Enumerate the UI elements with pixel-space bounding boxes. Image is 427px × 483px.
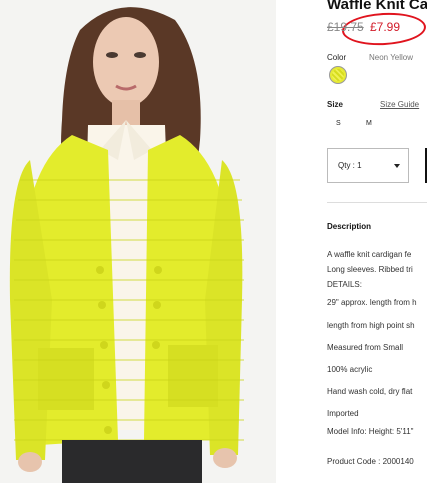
description-line: Long sleeves. Ribbed tri <box>327 265 413 274</box>
description-heading: Description <box>327 222 372 231</box>
color-swatch-neon-yellow[interactable] <box>329 66 347 84</box>
description-line: Model Info: Height: 5'11" <box>327 427 414 436</box>
color-label: Color <box>327 53 347 62</box>
quantity-label: Qty : 1 <box>338 161 362 170</box>
quantity-select[interactable]: Qty : 1 <box>327 148 409 183</box>
chevron-down-icon <box>394 164 400 168</box>
description-line: Measured from Small <box>327 343 404 352</box>
description-line: Hand wash cold, dry flat <box>327 387 413 396</box>
size-option-s[interactable]: S <box>336 120 341 127</box>
description-line: Imported <box>327 409 359 418</box>
description-line: A waffle knit cardigan fe <box>327 250 412 259</box>
size-option-m[interactable]: M <box>366 120 372 127</box>
original-price: £19.75 <box>327 20 364 34</box>
product-info-panel: Waffle Knit Ca £19.75 £7.99 Color Neon Y… <box>327 0 427 483</box>
product-photo[interactable] <box>0 0 276 483</box>
model-image <box>0 0 276 483</box>
size-label: Size <box>327 100 344 109</box>
color-name: Neon Yellow <box>369 53 414 62</box>
description-line: 29" approx. length from h <box>327 298 417 307</box>
product-title: Waffle Knit Ca <box>327 0 427 13</box>
product-code: Product Code : 2000140 <box>327 457 414 466</box>
description-line: DETAILS: <box>327 280 362 289</box>
description-line: 100% acrylic <box>327 365 373 374</box>
size-guide-link[interactable]: Size Guide <box>380 100 419 109</box>
sale-price: £7.99 <box>370 20 401 34</box>
description-line: length from high point sh <box>327 321 415 330</box>
divider <box>327 202 427 203</box>
